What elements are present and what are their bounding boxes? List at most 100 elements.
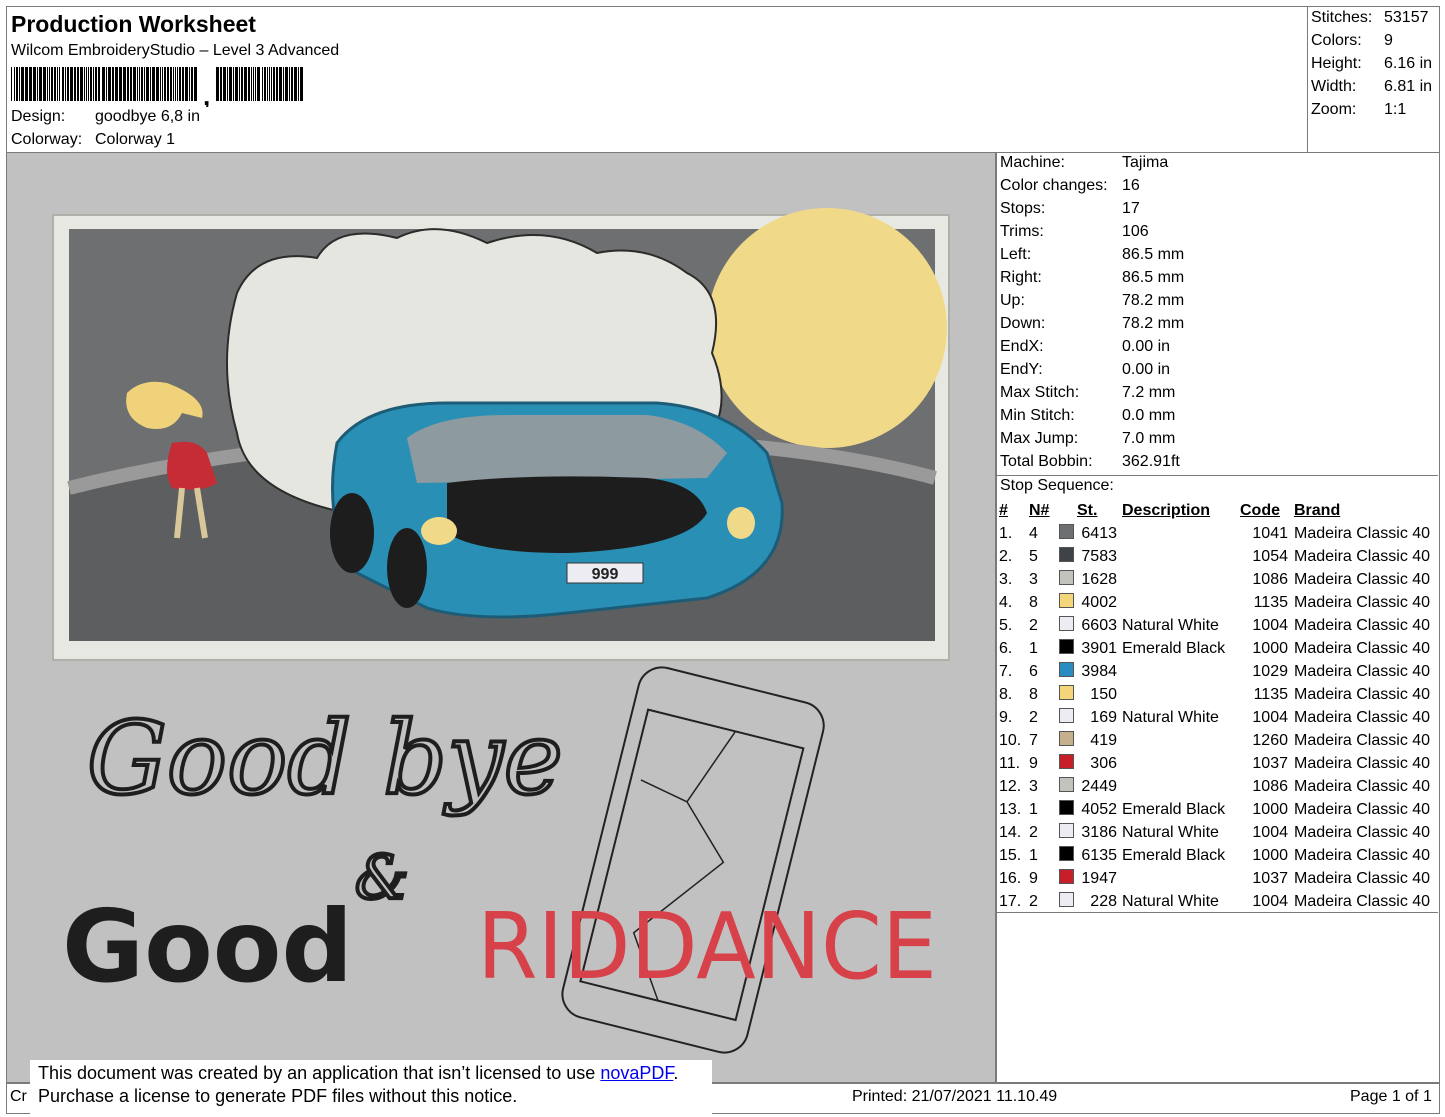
machine-details: Machine: Tajima Color changes: 16 Stops: 17… — [996, 152, 1440, 1084]
left-headlight — [421, 517, 457, 545]
row-code: 1000 — [1252, 846, 1288, 864]
row-stitches: 3186 — [1081, 823, 1117, 841]
row-swatch — [1059, 729, 1077, 752]
row-swatch — [1059, 752, 1077, 775]
row-description — [1117, 752, 1240, 775]
color-swatch — [1059, 570, 1074, 585]
col-description-header: Description — [1122, 501, 1211, 519]
row-brand: Madeira Classic 40 — [1294, 685, 1431, 703]
row-brand: Madeira Classic 40 — [1294, 662, 1431, 680]
row-code: 1135 — [1253, 685, 1288, 703]
row-index: 17. — [999, 892, 1022, 910]
row-description: Natural White — [1122, 616, 1219, 634]
row-stitches: 150 — [1090, 685, 1117, 703]
row-description — [1117, 545, 1240, 568]
row-code: 1037 — [1252, 869, 1288, 887]
row-description: Emerald Black — [1122, 800, 1226, 818]
row-index: 7. — [999, 662, 1013, 680]
row-description — [1117, 729, 1240, 752]
row-needle: 1 — [1029, 800, 1038, 818]
row-index: 11. — [999, 754, 1021, 772]
row-brand: Madeira Classic 40 — [1294, 800, 1431, 818]
col-stitches-header: St. — [1077, 501, 1098, 519]
license-notice: This document was created by an applicat… — [30, 1060, 712, 1114]
design-row: Design: goodbye 6,8 in — [11, 108, 200, 126]
stop-sequence-table: # N# St. Description Code Brand 1. 4 6413 1… — [999, 499, 1430, 913]
row-description — [1117, 568, 1240, 591]
row-index: 1. — [999, 524, 1013, 542]
color-swatch — [1059, 754, 1074, 769]
color-swatch — [1059, 800, 1074, 815]
table-row: 16. 9 1947 1037 Madeira Classic 40 — [999, 867, 1430, 890]
row-brand: Madeira Classic 40 — [1294, 754, 1431, 772]
zoom-value: 1:1 — [1384, 101, 1407, 118]
up-value: 78.2 mm — [1122, 292, 1185, 309]
endy-label: EndY: — [1000, 361, 1043, 378]
row-stitches: 228 — [1090, 892, 1117, 910]
row-needle: 6 — [1029, 662, 1038, 680]
row-brand: Madeira Classic 40 — [1294, 892, 1431, 910]
row-stitches: 1947 — [1081, 869, 1117, 887]
min-stitch-value: 0.0 mm — [1122, 407, 1176, 424]
row-stitches: 6413 — [1081, 524, 1117, 542]
row-needle: 8 — [1029, 593, 1038, 611]
zoom-label: Zoom: — [1311, 101, 1357, 118]
row-swatch — [1059, 890, 1077, 913]
row-code: 1037 — [1252, 754, 1288, 772]
max-jump-value: 7.0 mm — [1122, 430, 1176, 447]
table-row: 8. 8 150 1135 Madeira Classic 40 — [999, 683, 1430, 706]
notice-line-1: This document was created by an applicat… — [38, 1062, 704, 1085]
table-row: 3. 3 1628 1086 Madeira Classic 40 — [999, 568, 1430, 591]
details-divider — [996, 475, 1438, 476]
row-stitches: 419 — [1090, 731, 1117, 749]
row-description — [1117, 683, 1240, 706]
color-swatch — [1059, 892, 1074, 907]
row-code: 1004 — [1252, 823, 1288, 841]
row-code: 1000 — [1252, 800, 1288, 818]
row-description: Natural White — [1122, 823, 1219, 841]
page-title: Production Worksheet — [11, 11, 256, 37]
width-label: Width: — [1311, 78, 1357, 95]
endy-value: 0.00 in — [1122, 361, 1171, 378]
col-swatch-header — [1059, 499, 1077, 522]
row-code: 1086 — [1252, 570, 1288, 588]
novapdf-link[interactable]: novaPDF — [600, 1063, 673, 1083]
embroidery-artwork: 999 Good bye & Good RIDDANCE — [52, 208, 950, 1054]
row-description: Natural White — [1122, 892, 1219, 910]
page-number: Page 1 of 1 — [1350, 1088, 1432, 1105]
stop-sequence-label: Stop Sequence: — [1000, 477, 1114, 494]
front-wheel — [387, 528, 427, 608]
trims-label: Trims: — [1000, 223, 1044, 240]
barcode-image: , — [11, 67, 303, 107]
row-stitches: 169 — [1090, 708, 1117, 726]
row-index: 14. — [999, 823, 1022, 841]
notice-line-2: Purchase a license to generate PDF files… — [38, 1086, 518, 1106]
worksheet-header: Production Worksheet Wilcom EmbroiderySt… — [6, 6, 1308, 153]
table-row: 11. 9 306 1037 Madeira Classic 40 — [999, 752, 1430, 775]
right-label: Right: — [1000, 269, 1042, 286]
row-swatch — [1059, 706, 1077, 729]
colorway-label: Colorway: — [11, 131, 83, 148]
col-brand-header: Brand — [1294, 501, 1341, 519]
row-index: 10. — [999, 731, 1022, 749]
colors-value: 9 — [1384, 32, 1393, 49]
row-code: 1054 — [1252, 547, 1288, 565]
table-row: 14. 2 3186 Natural White 1004 Madeira Classic… — [999, 821, 1430, 844]
plate-text: 999 — [592, 566, 619, 583]
table-row: 5. 2 6603 Natural White 1004 Madeira Classic … — [999, 614, 1430, 637]
up-label: Up: — [1000, 292, 1025, 309]
table-row: 13. 1 4052 Emerald Black 1000 Madeira Classic… — [999, 798, 1430, 821]
row-code: 1041 — [1252, 524, 1288, 542]
row-stitches: 2449 — [1081, 777, 1117, 795]
row-stitches: 306 — [1090, 754, 1117, 772]
row-brand: Madeira Classic 40 — [1294, 639, 1431, 657]
row-needle: 1 — [1029, 639, 1038, 657]
row-needle: 5 — [1029, 547, 1038, 565]
row-index: 15. — [999, 846, 1022, 864]
row-code: 1086 — [1252, 777, 1288, 795]
machine-label: Machine: — [1000, 154, 1065, 171]
row-description — [1117, 522, 1240, 545]
riddance-text: RIDDANCE — [477, 893, 937, 1000]
row-code: 1135 — [1253, 593, 1288, 611]
row-swatch — [1059, 660, 1077, 683]
